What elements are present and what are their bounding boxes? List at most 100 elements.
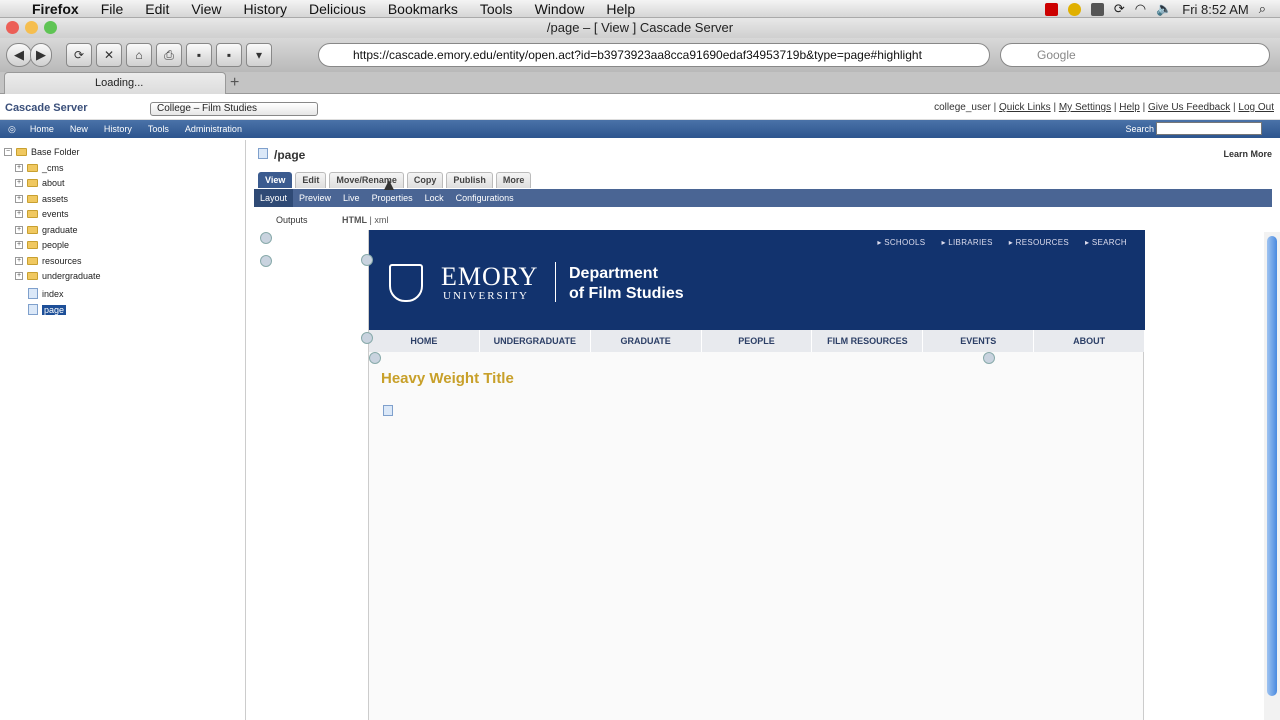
- cascade-menu-icon[interactable]: ◎: [8, 124, 16, 135]
- wifi-icon[interactable]: ◠: [1135, 1, 1146, 17]
- content-block-icon[interactable]: [383, 405, 393, 416]
- tree-folder[interactable]: about: [42, 178, 65, 188]
- region-icon[interactable]: [361, 332, 373, 344]
- stop-button[interactable]: ✕: [96, 43, 122, 67]
- emory-nav-resources[interactable]: ▸ RESOURCES: [1009, 238, 1069, 247]
- emory-menu-graduate[interactable]: GRADUATE: [591, 330, 702, 352]
- menu-firefox[interactable]: Firefox: [32, 1, 79, 17]
- expand-icon[interactable]: +: [15, 241, 23, 249]
- quick-links-link[interactable]: Quick Links: [999, 102, 1051, 113]
- output-xml[interactable]: xml: [374, 215, 388, 225]
- tree-folder[interactable]: _cms: [42, 163, 64, 173]
- minimize-window-icon[interactable]: [25, 21, 38, 34]
- expand-icon[interactable]: +: [15, 195, 23, 203]
- region-icon[interactable]: [983, 352, 995, 364]
- status-icon[interactable]: [1067, 2, 1081, 16]
- emory-menu-film-resources[interactable]: FILM RESOURCES: [812, 330, 924, 352]
- expand-icon[interactable]: +: [15, 257, 23, 265]
- nav-history[interactable]: History: [104, 124, 132, 134]
- new-tab-button[interactable]: +: [230, 74, 239, 92]
- tree-page[interactable]: index: [42, 289, 64, 299]
- my-settings-link[interactable]: My Settings: [1059, 102, 1111, 113]
- addon-icon[interactable]: ▪: [186, 43, 212, 67]
- expand-icon[interactable]: +: [15, 164, 23, 172]
- scrollbar-thumb[interactable]: [1267, 236, 1277, 696]
- subtab-preview[interactable]: Preview: [293, 193, 337, 203]
- menu-edit[interactable]: Edit: [145, 1, 169, 17]
- region-icon[interactable]: [361, 254, 373, 266]
- search-input[interactable]: Google: [1000, 43, 1270, 67]
- expand-icon[interactable]: +: [15, 272, 23, 280]
- output-html[interactable]: HTML: [342, 215, 367, 225]
- back-button[interactable]: ◀: [6, 43, 32, 67]
- region-icon[interactable]: [260, 255, 272, 267]
- sync-icon[interactable]: ⟳: [1114, 1, 1125, 17]
- tree-page-selected[interactable]: page: [42, 304, 67, 315]
- home-button[interactable]: ⌂: [126, 43, 152, 67]
- emory-nav-search[interactable]: ▸ SEARCH: [1085, 238, 1127, 247]
- emory-nav-schools[interactable]: ▸ SCHOOLS: [877, 238, 925, 247]
- emory-menu-people[interactable]: PEOPLE: [702, 330, 813, 352]
- clock[interactable]: Fri 8:52 AM: [1182, 2, 1248, 17]
- tree-folder[interactable]: graduate: [42, 225, 78, 235]
- menu-file[interactable]: File: [101, 1, 124, 17]
- menu-window[interactable]: Window: [535, 1, 585, 17]
- tree-folder[interactable]: undergraduate: [42, 271, 101, 281]
- help-link[interactable]: Help: [1119, 102, 1140, 113]
- expand-icon[interactable]: +: [15, 226, 23, 234]
- volume-icon[interactable]: 🔈: [1156, 1, 1172, 17]
- emory-menu-events[interactable]: EVENTS: [923, 330, 1035, 352]
- tree-folder[interactable]: people: [42, 240, 69, 250]
- zoom-window-icon[interactable]: [44, 21, 57, 34]
- expand-icon[interactable]: +: [15, 210, 23, 218]
- cms-search-input[interactable]: [1156, 122, 1262, 135]
- close-window-icon[interactable]: [6, 21, 19, 34]
- tab-copy[interactable]: Copy: [406, 172, 444, 188]
- reload-button[interactable]: ⟳: [66, 43, 92, 67]
- tree-folder[interactable]: resources: [42, 256, 82, 266]
- tab-more[interactable]: More: [495, 172, 532, 188]
- logout-link[interactable]: Log Out: [1238, 102, 1274, 113]
- browser-tab[interactable]: Loading...: [4, 72, 226, 94]
- expand-icon[interactable]: +: [15, 179, 23, 187]
- site-select[interactable]: College – Film Studies: [150, 102, 318, 116]
- subtab-lock[interactable]: Lock: [419, 193, 450, 203]
- menu-help[interactable]: Help: [606, 1, 635, 17]
- emory-menu-about[interactable]: ABOUT: [1034, 330, 1146, 352]
- menu-history[interactable]: History: [243, 1, 287, 17]
- collapse-icon[interactable]: −: [4, 148, 12, 156]
- region-icon[interactable]: [260, 232, 272, 244]
- emory-menu-home[interactable]: HOME: [369, 330, 480, 352]
- emory-menu-undergraduate[interactable]: UNDERGRADUATE: [480, 330, 591, 352]
- subtab-configurations[interactable]: Configurations: [450, 193, 520, 203]
- tag-icon[interactable]: ▾: [246, 43, 272, 67]
- forward-button[interactable]: ▶: [30, 43, 52, 67]
- nav-tools[interactable]: Tools: [148, 124, 169, 134]
- subtab-properties[interactable]: Properties: [366, 193, 419, 203]
- print-button[interactable]: ⎙: [156, 43, 182, 67]
- subtab-layout[interactable]: Layout: [254, 189, 294, 207]
- nav-administration[interactable]: Administration: [185, 124, 242, 134]
- menu-bookmarks[interactable]: Bookmarks: [388, 1, 458, 17]
- status-icon[interactable]: [1044, 2, 1058, 16]
- nav-home[interactable]: Home: [30, 124, 54, 134]
- tab-view[interactable]: View: [258, 172, 293, 188]
- menu-tools[interactable]: Tools: [480, 1, 513, 17]
- tree-folder[interactable]: assets: [42, 194, 68, 204]
- feedback-link[interactable]: Give Us Feedback: [1148, 102, 1230, 113]
- menu-view[interactable]: View: [191, 1, 221, 17]
- region-icon[interactable]: [369, 352, 381, 364]
- tree-folder[interactable]: events: [42, 209, 69, 219]
- tree-root[interactable]: Base Folder: [31, 147, 80, 157]
- spotlight-icon[interactable]: ⌕: [1259, 1, 1266, 17]
- tab-edit[interactable]: Edit: [295, 172, 327, 188]
- nav-new[interactable]: New: [70, 124, 88, 134]
- learn-more-link[interactable]: Learn More: [1223, 149, 1272, 159]
- battery-icon[interactable]: [1090, 2, 1104, 16]
- subtab-live[interactable]: Live: [337, 193, 366, 203]
- addon-icon[interactable]: ▪: [216, 43, 242, 67]
- cms-logo[interactable]: Cascade Server: [5, 102, 88, 114]
- tab-publish[interactable]: Publish: [446, 172, 493, 188]
- menu-delicious[interactable]: Delicious: [309, 1, 366, 17]
- emory-nav-libraries[interactable]: ▸ LIBRARIES: [941, 238, 992, 247]
